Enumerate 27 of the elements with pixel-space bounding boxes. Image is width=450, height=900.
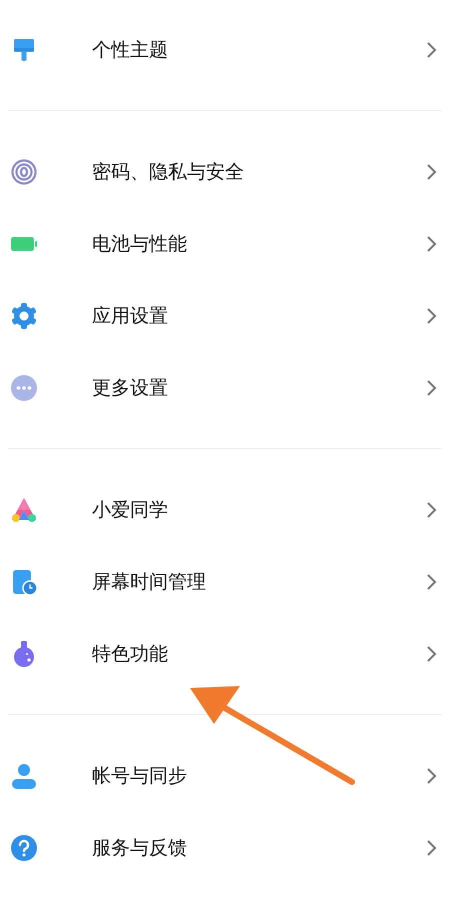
chevron-right-icon — [426, 573, 438, 591]
chevron-right-icon — [426, 163, 438, 181]
chevron-right-icon — [426, 501, 438, 519]
settings-item[interactable]: 应用设置 — [8, 280, 442, 352]
chevron-right-icon — [426, 235, 438, 253]
chevron-right-icon — [426, 307, 438, 325]
settings-item[interactable]: 个性主题 — [8, 14, 442, 86]
gear-icon — [10, 302, 38, 330]
settings-item[interactable]: 密码、隐私与安全 — [8, 136, 442, 208]
chevron-right-icon — [426, 767, 438, 785]
assistant-icon — [10, 496, 38, 524]
chevron-right-icon — [426, 645, 438, 663]
settings-item[interactable]: 帐号与同步 — [8, 740, 442, 812]
more-icon — [10, 374, 38, 402]
settings-item[interactable]: 电池与性能 — [8, 208, 442, 280]
chevron-right-icon — [426, 379, 438, 397]
chevron-right-icon — [426, 41, 438, 59]
phone-clock-icon — [10, 568, 38, 596]
settings-item[interactable]: 屏幕时间管理 — [8, 546, 442, 618]
chevron-right-icon — [426, 839, 438, 857]
settings-item[interactable]: 服务与反馈 — [8, 812, 442, 884]
settings-item[interactable]: 更多设置 — [8, 352, 442, 424]
settings-item[interactable]: 小爱同学 — [8, 474, 442, 546]
fingerprint-icon — [10, 158, 38, 186]
help-icon — [10, 834, 38, 862]
user-icon — [10, 762, 38, 790]
settings-item[interactable]: 特色功能 — [8, 618, 442, 690]
